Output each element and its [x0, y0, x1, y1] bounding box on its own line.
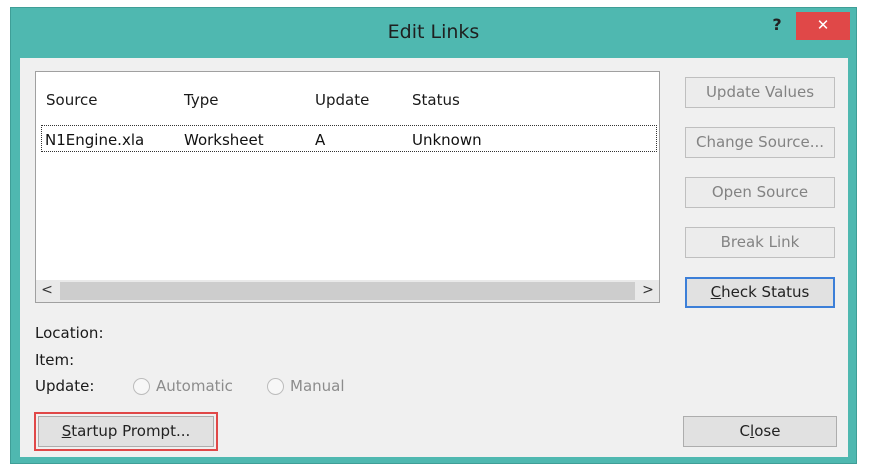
link-status: Unknown [412, 131, 482, 149]
location-label: Location: [35, 324, 104, 342]
link-source: N1Engine.xla [45, 131, 145, 149]
startup-prompt-button[interactable]: Startup Prompt... [34, 412, 218, 451]
close-rest: ose [754, 422, 781, 440]
startup-prompt-label: tartup Prompt... [71, 422, 191, 440]
automatic-radio-label: Automatic [156, 377, 233, 395]
scroll-left-arrow-icon[interactable]: < [36, 280, 58, 302]
manual-radio-circle[interactable] [267, 378, 284, 395]
dialog-body: Source Type Update Status N1Engine.xla W… [20, 58, 848, 457]
column-source[interactable]: Source [46, 91, 98, 109]
item-label: Item: [35, 351, 75, 369]
close-window-button[interactable]: ✕ [796, 12, 850, 40]
links-list[interactable]: Source Type Update Status N1Engine.xla W… [35, 71, 660, 303]
check-status-label: heck Status [721, 283, 810, 301]
close-pre: C [739, 422, 751, 440]
column-update[interactable]: Update [315, 91, 369, 109]
link-update: A [315, 131, 326, 149]
change-source-button[interactable]: Change Source... [685, 127, 835, 158]
break-link-button[interactable]: Break Link [685, 227, 835, 258]
help-icon[interactable]: ? [767, 14, 787, 38]
close-button[interactable]: Close [683, 416, 837, 447]
check-status-accel: C [710, 283, 722, 301]
scroll-right-arrow-icon[interactable]: > [637, 280, 659, 302]
link-row[interactable]: N1Engine.xla Worksheet A Unknown [41, 125, 657, 152]
list-header: Source Type Update Status [36, 72, 659, 114]
open-source-button[interactable]: Open Source [685, 177, 835, 208]
title-bar[interactable]: Edit Links ? ✕ [11, 8, 856, 58]
automatic-radio-circle[interactable] [133, 378, 150, 395]
edit-links-dialog: Edit Links ? ✕ Source Type Update Status… [10, 7, 857, 464]
column-type[interactable]: Type [184, 91, 218, 109]
update-values-button[interactable]: Update Values [685, 77, 835, 108]
dialog-title: Edit Links [387, 21, 480, 43]
startup-prompt-accel: S [61, 422, 72, 440]
link-type: Worksheet [184, 131, 264, 149]
update-label: Update: [35, 377, 95, 395]
column-status[interactable]: Status [412, 91, 460, 109]
manual-radio-label: Manual [290, 377, 345, 395]
scroll-thumb[interactable] [60, 282, 635, 300]
check-status-button[interactable]: Check Status [685, 277, 835, 308]
horizontal-scrollbar[interactable]: < > [36, 280, 659, 302]
